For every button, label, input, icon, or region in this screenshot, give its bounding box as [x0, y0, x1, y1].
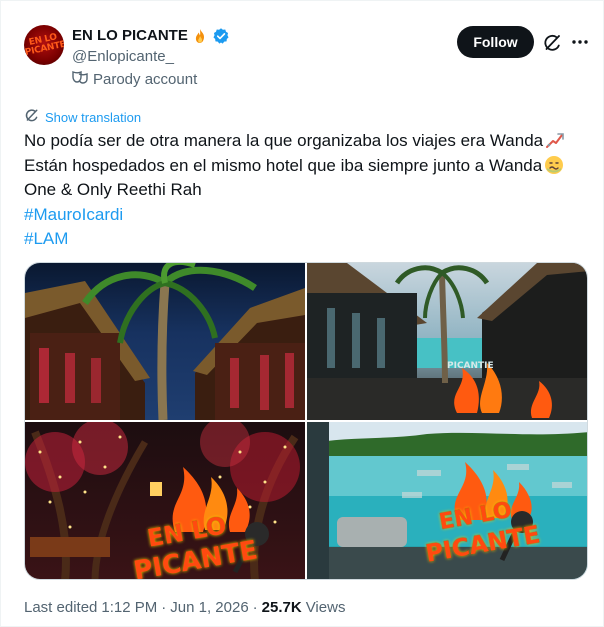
media-photo-4[interactable]: EN LO PICANTE [307, 422, 587, 579]
hashtag-mauroicardi[interactable]: #MauroIcardi [24, 203, 594, 228]
translate-icon [24, 108, 39, 128]
nauseated-face-emoji-icon [544, 155, 564, 175]
tweet-line-2: Están hospedados en el mismo hotel que i… [24, 154, 594, 179]
tweet-time[interactable]: 1:12 PM [101, 598, 157, 618]
show-translation-label[interactable]: Show translation [45, 109, 141, 127]
views-label: Views [305, 599, 346, 616]
media-watermark-small: PICANTIE [447, 361, 494, 371]
author-name-row[interactable]: EN LO PICANTE [72, 26, 230, 46]
more-icon[interactable] [571, 32, 589, 52]
verified-badge-icon[interactable] [212, 27, 230, 45]
show-translation-link[interactable]: Show translation [24, 108, 141, 128]
tweet-text: No podía ser de otra manera la que organ… [24, 129, 594, 252]
tweet-line-1: No podía ser de otra manera la que organ… [24, 129, 594, 154]
author-display-name[interactable]: EN LO PICANTE [72, 26, 188, 46]
grok-icon[interactable] [542, 33, 562, 53]
media-photo-1[interactable] [25, 263, 305, 420]
fire-icon [192, 28, 208, 44]
views-count[interactable]: 25.7K [262, 598, 302, 618]
author-handle[interactable]: @Enlopicante_ [72, 47, 174, 67]
tweet-line-3: One & Only Reethi Rah [24, 180, 202, 199]
parody-label-text: Parody account [93, 71, 198, 88]
tweet-card: EN LO PICANTE EN LO PICANTE @Enlopicante_… [0, 0, 604, 627]
media-photo-2[interactable]: PICANTIE [307, 263, 587, 420]
meta-separator: · [161, 599, 167, 616]
media-photo-3[interactable]: EN LO PICANTE [25, 422, 305, 579]
tweet-date[interactable]: Jun 1, 2026 [170, 598, 248, 618]
avatar[interactable]: EN LO PICANTE [24, 25, 64, 65]
chart-up-emoji-icon [545, 130, 565, 150]
parody-label: Parody account [72, 70, 197, 90]
edited-label[interactable]: Last edited [24, 598, 97, 618]
meta-separator-2: · [252, 599, 258, 616]
hashtag-lam[interactable]: #LAM [24, 227, 594, 252]
parody-mask-icon [72, 70, 88, 90]
tweet-meta: Last edited 1:12 PM · Jun 1, 2026 · 25.7… [24, 598, 345, 618]
avatar-logo-text: EN LO PICANTE [24, 32, 64, 58]
follow-button[interactable]: Follow [457, 26, 534, 58]
media-grid: PICANTIE EN LO PICANTE EN LO PICANTE [24, 262, 588, 580]
